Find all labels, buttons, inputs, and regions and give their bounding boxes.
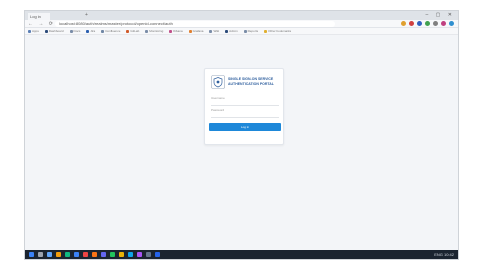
bookmark-item[interactable]: Confluence bbox=[101, 29, 120, 33]
bookmark-item[interactable]: Kibana bbox=[169, 29, 183, 33]
bookmark-label: GitLab bbox=[130, 29, 140, 33]
shield-logo-icon bbox=[211, 75, 225, 89]
tab-login[interactable]: Log in bbox=[28, 13, 50, 20]
bookmarks-bar: Apps Dashboard Docs Jira Confluence GitLab Mon… bbox=[25, 28, 458, 35]
bookmark-favicon-icon bbox=[86, 29, 90, 33]
bookmark-item[interactable]: Admin bbox=[225, 29, 238, 33]
taskbar-app-icon[interactable] bbox=[137, 252, 142, 257]
taskbar: ENG 10:42 bbox=[25, 250, 458, 259]
extension-icon[interactable] bbox=[425, 21, 430, 26]
taskbar-app-icon[interactable] bbox=[47, 252, 52, 257]
bookmark-label: Monitoring bbox=[149, 29, 164, 33]
bookmark-favicon-icon bbox=[169, 29, 173, 33]
bookmark-item[interactable]: GitLab bbox=[126, 29, 139, 33]
bookmark-item[interactable]: Wiki bbox=[209, 29, 219, 33]
taskbar-app-icon[interactable] bbox=[92, 252, 97, 257]
bookmark-item[interactable]: Jira bbox=[86, 29, 95, 33]
bookmark-label: Reports bbox=[247, 29, 259, 33]
address-bar: ← → ⟳ localhost:8080/auth/realms/master/… bbox=[25, 20, 458, 28]
bookmark-item[interactable]: Monitoring bbox=[145, 29, 163, 33]
taskbar-app-icon[interactable] bbox=[56, 252, 61, 257]
bookmark-favicon-icon bbox=[28, 29, 31, 33]
bookmark-label: Wiki bbox=[213, 29, 220, 33]
bookmark-favicon-icon bbox=[225, 29, 229, 33]
extension-icon[interactable] bbox=[441, 21, 446, 26]
bookmark-label: Dashboard bbox=[48, 29, 64, 33]
bookmark-label: Apps bbox=[32, 29, 39, 33]
password-field[interactable] bbox=[211, 111, 279, 118]
extension-icon[interactable] bbox=[417, 21, 422, 26]
bookmark-favicon-icon bbox=[243, 29, 247, 33]
bookmark-favicon-icon bbox=[145, 29, 149, 33]
bookmark-label: Docs bbox=[73, 29, 81, 33]
extensions-toolbar bbox=[401, 21, 454, 26]
tab-bar: Log in + – ▢ ✕ bbox=[25, 11, 458, 20]
bookmark-favicon-icon bbox=[101, 29, 105, 33]
nav-buttons-icon[interactable]: ← → ⟳ bbox=[28, 21, 55, 27]
bookmark-favicon-icon bbox=[126, 29, 130, 33]
taskbar-app-icon[interactable] bbox=[119, 252, 124, 257]
taskbar-app-icon[interactable] bbox=[29, 252, 34, 257]
bookmark-label: Kibana bbox=[173, 29, 183, 33]
browser-window: Log in + – ▢ ✕ ← → ⟳ localhost:8080/auth… bbox=[24, 10, 459, 260]
bookmark-label: Grafana bbox=[192, 29, 204, 33]
bookmark-label: Admin bbox=[229, 29, 238, 33]
taskbar-app-icon[interactable] bbox=[110, 252, 115, 257]
taskbar-app-icon[interactable] bbox=[74, 252, 79, 257]
window-controls[interactable]: – ▢ ✕ bbox=[426, 12, 455, 18]
bookmark-favicon-icon bbox=[44, 29, 48, 33]
taskbar-app-icon[interactable] bbox=[38, 252, 43, 257]
system-tray[interactable]: ENG 10:42 bbox=[434, 252, 454, 257]
taskbar-app-icon[interactable] bbox=[128, 252, 133, 257]
bookmark-favicon-icon bbox=[264, 29, 268, 33]
bookmark-label: Confluence bbox=[105, 29, 121, 33]
taskbar-app-icon[interactable] bbox=[155, 252, 160, 257]
username-field[interactable] bbox=[211, 99, 279, 106]
extension-icon[interactable] bbox=[433, 21, 438, 26]
taskbar-app-icon[interactable] bbox=[101, 252, 106, 257]
extension-icon[interactable] bbox=[401, 21, 406, 26]
login-card: SINGLE SIGN-ON SERVICE AUTHENTICATION PO… bbox=[204, 68, 284, 145]
taskbar-app-icon[interactable] bbox=[65, 252, 70, 257]
bookmark-item[interactable]: Grafana bbox=[188, 29, 204, 33]
bookmark-label: Jira bbox=[90, 29, 96, 33]
taskbar-app-icon[interactable] bbox=[83, 252, 88, 257]
extension-icon[interactable] bbox=[409, 21, 414, 26]
new-tab-icon[interactable]: + bbox=[85, 13, 91, 18]
url-input[interactable]: localhost:8080/auth/realms/master/protoc… bbox=[55, 21, 335, 27]
taskbar-app-icon[interactable] bbox=[146, 252, 151, 257]
bookmark-favicon-icon bbox=[69, 29, 73, 33]
bookmark-item[interactable]: Dashboard bbox=[44, 29, 64, 33]
bookmark-item[interactable]: Docs bbox=[69, 29, 81, 33]
login-title-line1: SINGLE SIGN-ON SERVICE bbox=[228, 77, 274, 81]
bookmark-item[interactable]: Apps bbox=[28, 29, 39, 33]
login-title-line2: AUTHENTICATION PORTAL bbox=[228, 82, 274, 86]
bookmark-favicon-icon bbox=[209, 29, 213, 33]
login-button[interactable]: Log in bbox=[209, 123, 281, 131]
bookmark-item[interactable]: Other bookmarks bbox=[264, 29, 291, 33]
bookmark-favicon-icon bbox=[188, 29, 192, 33]
bookmark-item[interactable]: Reports bbox=[243, 29, 259, 33]
extension-icon[interactable] bbox=[449, 21, 454, 26]
bookmark-label: Other bookmarks bbox=[268, 29, 292, 33]
